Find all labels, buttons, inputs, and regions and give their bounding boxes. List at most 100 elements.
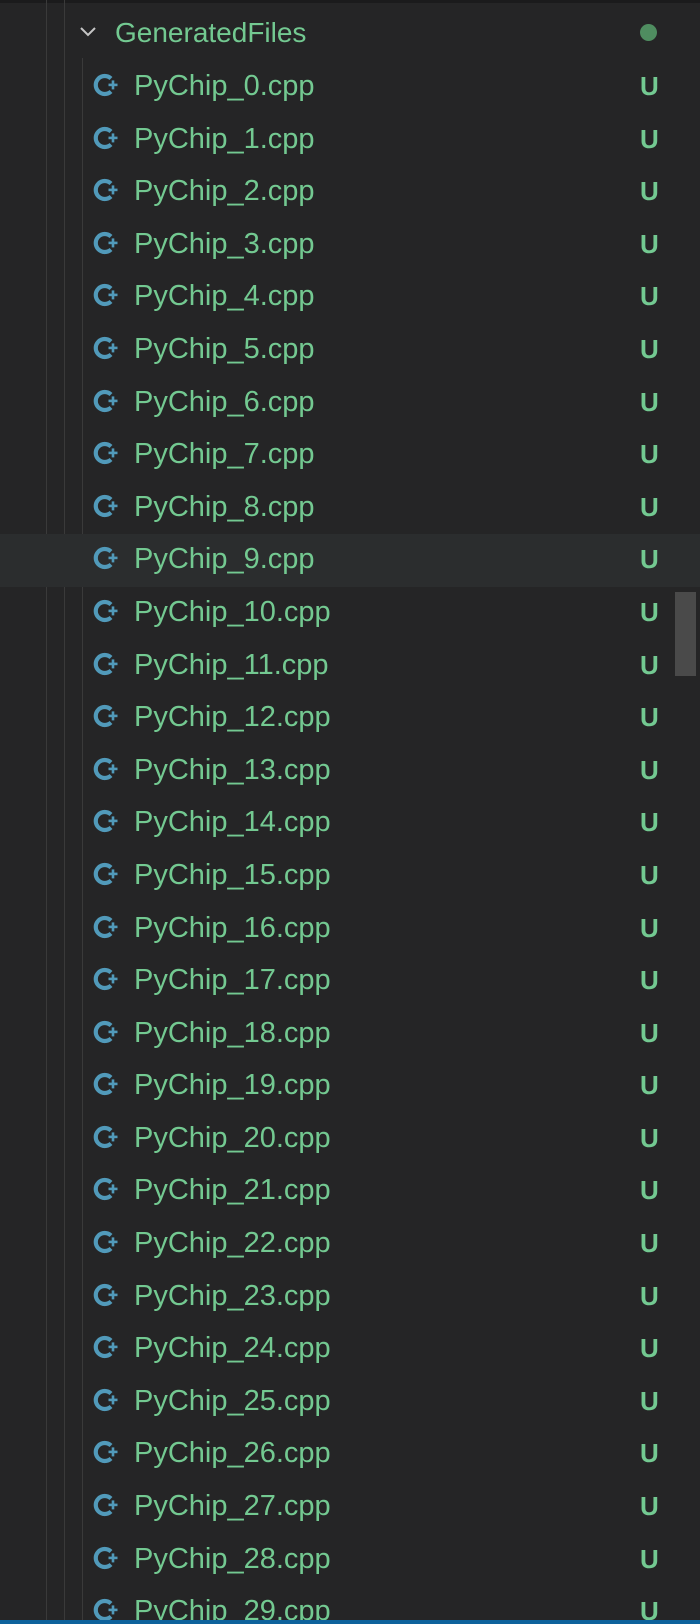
- file-name: PyChip_25.cpp: [134, 1384, 331, 1417]
- cpp-file-icon: [93, 1336, 118, 1359]
- file-row[interactable]: PyChip_29.cpp U: [0, 1586, 700, 1624]
- cpp-file-icon: [93, 1546, 118, 1569]
- file-name: PyChip_13.cpp: [134, 753, 331, 786]
- git-status-badge: U: [640, 596, 659, 627]
- git-status-badge: U: [640, 1070, 659, 1101]
- cpp-file-icon: [93, 547, 118, 570]
- cpp-file-icon: [93, 1388, 118, 1411]
- cpp-file-icon: [93, 442, 118, 465]
- git-status-badge: U: [640, 544, 659, 575]
- file-row[interactable]: PyChip_14.cpp U: [0, 797, 700, 850]
- file-row[interactable]: PyChip_16.cpp U: [0, 903, 700, 956]
- git-status-badge: U: [640, 1175, 659, 1206]
- file-name: PyChip_26.cpp: [134, 1437, 331, 1470]
- file-name: PyChip_17.cpp: [134, 964, 331, 997]
- file-name: PyChip_16.cpp: [134, 911, 331, 944]
- file-name: PyChip_14.cpp: [134, 806, 331, 839]
- file-row[interactable]: PyChip_18.cpp U: [0, 1008, 700, 1061]
- cpp-file-icon: [93, 389, 118, 412]
- git-status-badge: U: [640, 649, 659, 680]
- folder-label: GeneratedFiles: [115, 17, 307, 48]
- file-row[interactable]: PyChip_25.cpp U: [0, 1376, 700, 1429]
- file-row[interactable]: PyChip_2.cpp U: [0, 166, 700, 219]
- git-status-badge: U: [640, 491, 659, 522]
- git-status-badge: U: [640, 702, 659, 733]
- file-row[interactable]: PyChip_10.cpp U: [0, 587, 700, 640]
- file-name: PyChip_20.cpp: [134, 1121, 331, 1154]
- file-row[interactable]: PyChip_15.cpp U: [0, 850, 700, 903]
- file-row[interactable]: PyChip_20.cpp U: [0, 1113, 700, 1166]
- git-status-badge: U: [640, 754, 659, 785]
- git-status-badge: U: [640, 1228, 659, 1259]
- file-name: PyChip_5.cpp: [134, 332, 315, 365]
- modified-dot-icon: [640, 24, 657, 41]
- file-name: PyChip_24.cpp: [134, 1332, 331, 1365]
- git-status-badge: U: [640, 333, 659, 364]
- cpp-file-icon: [93, 1125, 118, 1148]
- file-name: PyChip_15.cpp: [134, 858, 331, 891]
- file-name: PyChip_27.cpp: [134, 1490, 331, 1523]
- cpp-file-icon: [93, 968, 118, 991]
- scrollbar-thumb[interactable]: [675, 592, 696, 676]
- git-status-badge: U: [640, 71, 659, 101]
- file-row[interactable]: PyChip_23.cpp U: [0, 1271, 700, 1324]
- cpp-file-icon: [93, 284, 118, 307]
- file-name: PyChip_1.cpp: [134, 122, 315, 155]
- file-row[interactable]: PyChip_13.cpp U: [0, 745, 700, 798]
- focus-border: [0, 1620, 700, 1624]
- git-status-badge: U: [640, 912, 659, 943]
- file-row[interactable]: PyChip_21.cpp U: [0, 1165, 700, 1218]
- file-name: PyChip_9.cpp: [134, 543, 315, 576]
- git-status-badge: U: [640, 1491, 659, 1522]
- cpp-file-icon: [93, 1073, 118, 1096]
- git-status-badge: U: [640, 1333, 659, 1364]
- file-row[interactable]: PyChip_4.cpp U: [0, 271, 700, 324]
- git-status-badge: U: [640, 1280, 659, 1311]
- file-row[interactable]: PyChip_28.cpp U: [0, 1534, 700, 1587]
- git-status-badge: U: [640, 1122, 659, 1153]
- cpp-file-icon: [93, 810, 118, 833]
- file-row[interactable]: PyChip_1.cpp U: [0, 114, 700, 167]
- file-row[interactable]: PyChip_0.cpp U: [0, 61, 700, 114]
- file-row[interactable]: PyChip_3.cpp U: [0, 219, 700, 272]
- file-row[interactable]: PyChip_17.cpp U: [0, 955, 700, 1008]
- file-name: PyChip_21.cpp: [134, 1174, 331, 1207]
- file-row[interactable]: PyChip_11.cpp U: [0, 640, 700, 693]
- git-status-badge: U: [640, 965, 659, 996]
- scrollbar-track[interactable]: [680, 0, 700, 1624]
- cpp-file-icon: [93, 1020, 118, 1043]
- file-row[interactable]: PyChip_9.cpp U: [0, 534, 700, 587]
- cpp-file-icon: [93, 915, 118, 938]
- file-row[interactable]: PyChip_7.cpp U: [0, 429, 700, 482]
- git-status-badge: U: [640, 807, 659, 838]
- cpp-file-icon: [93, 231, 118, 254]
- file-row[interactable]: PyChip_8.cpp U: [0, 482, 700, 535]
- file-name: PyChip_11.cpp: [134, 648, 329, 681]
- cpp-file-icon: [93, 1230, 118, 1254]
- file-name: PyChip_6.cpp: [134, 385, 315, 418]
- chevron-down-icon[interactable]: [78, 22, 98, 42]
- file-row[interactable]: PyChip_27.cpp U: [0, 1481, 700, 1534]
- folder-row-generatedfiles[interactable]: GeneratedFiles: [0, 8, 700, 58]
- cpp-file-icon: [93, 705, 118, 728]
- file-row[interactable]: PyChip_12.cpp U: [0, 692, 700, 745]
- cpp-file-icon: [93, 1178, 118, 1201]
- file-name: PyChip_8.cpp: [134, 490, 315, 523]
- git-status-badge: U: [640, 1017, 659, 1048]
- file-row[interactable]: PyChip_5.cpp U: [0, 324, 700, 377]
- file-row[interactable]: PyChip_22.cpp U: [0, 1218, 700, 1271]
- file-name: PyChip_10.cpp: [134, 595, 331, 628]
- panel-top-edge: [0, 0, 700, 3]
- cpp-file-icon: [93, 757, 118, 780]
- file-row[interactable]: PyChip_26.cpp U: [0, 1428, 700, 1481]
- file-explorer: GeneratedFiles PyChip_0.cpp U PyChip_1.cpp…: [0, 0, 700, 1624]
- cpp-file-icon: [93, 1283, 118, 1306]
- cpp-file-icon: [93, 862, 118, 885]
- file-name: PyChip_19.cpp: [134, 1069, 331, 1102]
- file-row[interactable]: PyChip_24.cpp U: [0, 1323, 700, 1376]
- file-row[interactable]: PyChip_6.cpp U: [0, 377, 700, 430]
- file-name: PyChip_0.cpp: [134, 70, 315, 102]
- cpp-file-icon: [93, 599, 118, 623]
- file-row[interactable]: PyChip_19.cpp U: [0, 1060, 700, 1113]
- cpp-file-icon: [93, 73, 118, 97]
